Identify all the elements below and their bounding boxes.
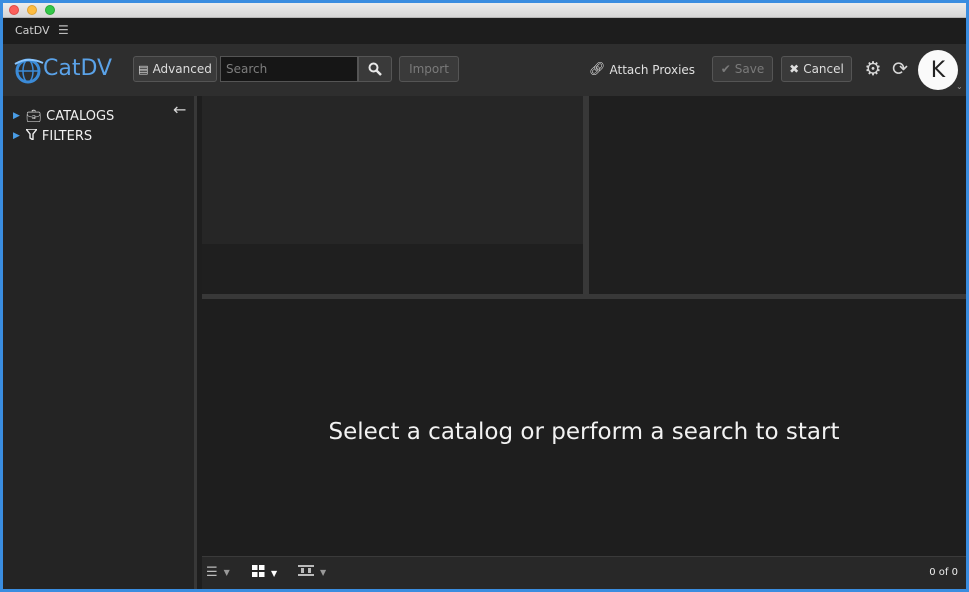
expand-arrow-icon[interactable]: ▶: [13, 111, 20, 121]
table-icon: ▤: [138, 62, 149, 76]
expand-arrow-icon[interactable]: ▶: [13, 131, 20, 141]
results-area: Select a catalog or perform a search to …: [202, 299, 966, 556]
gear-icon[interactable]: ⚙: [863, 59, 883, 79]
empty-state-message: Select a catalog or perform a search to …: [328, 419, 840, 445]
window-close-button[interactable]: [9, 5, 19, 15]
search-button[interactable]: [358, 56, 392, 82]
search-input[interactable]: [220, 56, 358, 82]
status-bar: ☰ ▼ ▼ ▼ 0 of 0: [202, 556, 966, 589]
window-titlebar: [3, 3, 966, 18]
close-icon: ✖: [789, 62, 800, 76]
catdv-logo: CatDV: [13, 54, 112, 86]
save-label: Save: [734, 62, 765, 76]
refresh-icon[interactable]: ⟳: [890, 59, 910, 79]
list-icon: ☰: [206, 565, 218, 580]
attach-label: Attach Proxies: [609, 62, 696, 77]
avatar-initial: K: [930, 57, 946, 83]
save-button[interactable]: ✔ Save: [712, 56, 773, 82]
window-minimize-button[interactable]: [27, 5, 37, 15]
search-icon: [368, 62, 382, 76]
result-count: 0 of 0: [929, 567, 958, 578]
chevron-down-icon: ▼: [223, 568, 230, 577]
cancel-button[interactable]: ✖ Cancel: [781, 56, 852, 82]
chevron-down-icon: ▼: [271, 568, 278, 578]
arrow-left-icon[interactable]: ←: [173, 100, 186, 119]
app-window: CatDV ☰ CatDV ▤ Advanced Import: [3, 3, 966, 589]
import-button[interactable]: Import: [399, 56, 459, 82]
preview-panel-footer: [202, 244, 583, 294]
sidebar: ← ▶ 💼︎ CATALOGS ▶ FILTERS: [3, 96, 197, 589]
logo-globe-icon: [14, 58, 44, 84]
app-title: CatDV: [15, 24, 50, 37]
briefcase-icon: 💼︎: [25, 109, 42, 123]
chevron-down-icon[interactable]: ⌄: [956, 82, 963, 91]
details-panel: [589, 96, 966, 294]
app-menu-bar: CatDV ☰: [3, 18, 966, 44]
grid-icon: [252, 565, 265, 581]
check-icon: ✔: [720, 62, 731, 76]
sidebar-item-label: FILTERS: [41, 128, 93, 144]
import-label: Import: [409, 62, 449, 76]
attach-proxies-button[interactable]: 🔗︎ Attach Proxies: [589, 62, 695, 77]
advanced-label: Advanced: [152, 62, 212, 76]
chevron-down-icon: ▼: [320, 568, 327, 577]
toolbar: CatDV ▤ Advanced Import 🔗︎ Attach Proxie…: [3, 44, 966, 96]
window-maximize-button[interactable]: [45, 5, 55, 15]
filmstrip-icon: [298, 565, 314, 580]
hamburger-icon[interactable]: ☰: [58, 23, 69, 37]
sidebar-item-filters[interactable]: ▶ FILTERS: [13, 127, 92, 145]
logo-text: CatDV: [43, 56, 113, 81]
filmstrip-view-button[interactable]: ▼: [298, 565, 326, 580]
sidebar-item-catalogs[interactable]: ▶ 💼︎ CATALOGS: [13, 107, 114, 125]
grid-view-button[interactable]: ▼: [252, 565, 277, 581]
link-icon: 🔗︎: [589, 62, 606, 77]
cancel-label: Cancel: [803, 62, 844, 76]
advanced-search-button[interactable]: ▤ Advanced: [133, 56, 217, 82]
preview-panel: [202, 96, 583, 294]
filter-icon: [24, 128, 39, 143]
list-view-button[interactable]: ☰ ▼: [206, 565, 230, 580]
avatar[interactable]: K: [918, 50, 958, 90]
sidebar-item-label: CATALOGS: [46, 108, 115, 124]
